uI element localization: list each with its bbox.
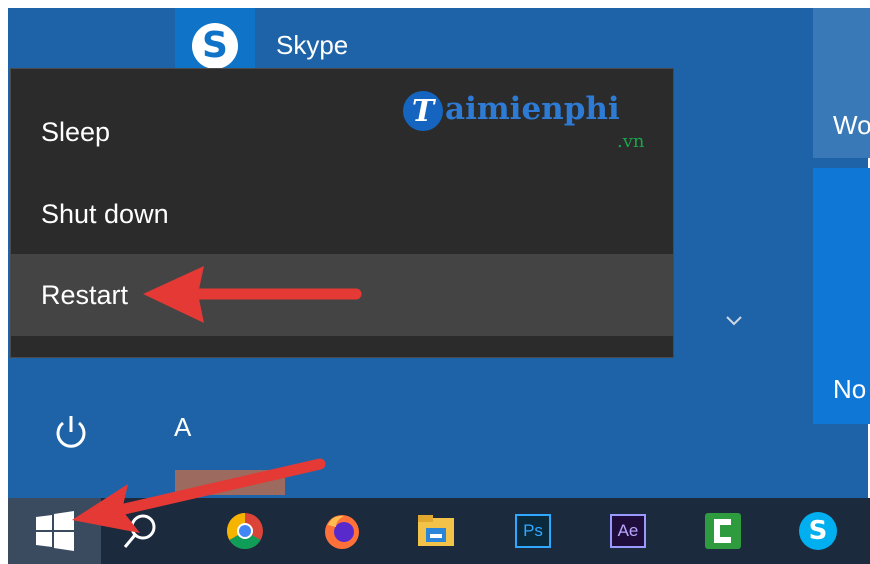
live-tile-label: Wo xyxy=(833,110,870,140)
chrome-taskbar-button[interactable] xyxy=(213,498,277,564)
photoshop-icon: Ps xyxy=(515,514,551,548)
after-effects-icon: Ae xyxy=(610,514,646,548)
after-effects-taskbar-button[interactable]: Ae xyxy=(596,498,660,564)
firefox-icon xyxy=(325,515,359,549)
watermark-initial: T xyxy=(403,91,443,131)
search-button[interactable] xyxy=(108,498,172,564)
skype-icon: S xyxy=(192,22,238,69)
firefox-taskbar-button[interactable] xyxy=(310,498,374,564)
watermark-text: aimienphi xyxy=(445,91,620,127)
camtasia-taskbar-button[interactable] xyxy=(691,498,755,564)
shut-down-menu-item[interactable]: Shut down xyxy=(11,173,673,255)
skype-icon: S xyxy=(799,512,837,550)
app-tile-partial xyxy=(175,470,285,495)
restart-menu-item[interactable]: Restart xyxy=(11,254,673,336)
camtasia-icon xyxy=(705,513,741,549)
start-button[interactable] xyxy=(8,498,101,564)
app-list-letter-header[interactable]: A xyxy=(174,412,191,443)
skype-taskbar-button[interactable]: S xyxy=(786,498,850,564)
live-tile-label: No xyxy=(833,374,867,404)
search-icon xyxy=(123,514,156,548)
file-explorer-icon xyxy=(418,515,454,546)
watermark-suffix: .vn xyxy=(617,131,645,152)
live-tile-1[interactable]: Wo xyxy=(813,8,870,158)
chrome-icon xyxy=(226,513,263,550)
file-explorer-taskbar-button[interactable] xyxy=(404,498,468,564)
taskbar: Ps Ae S xyxy=(8,498,870,564)
chevron-down-icon[interactable] xyxy=(724,310,744,330)
live-tile-2[interactable]: No xyxy=(813,168,870,424)
power-options-menu: Sleep Shut down Restart T aimienphi .vn xyxy=(10,68,674,358)
power-icon[interactable] xyxy=(48,410,94,456)
app-list-item-skype[interactable]: Skype xyxy=(276,30,348,61)
windows-start-icon xyxy=(35,511,74,551)
photoshop-taskbar-button[interactable]: Ps xyxy=(501,498,565,564)
